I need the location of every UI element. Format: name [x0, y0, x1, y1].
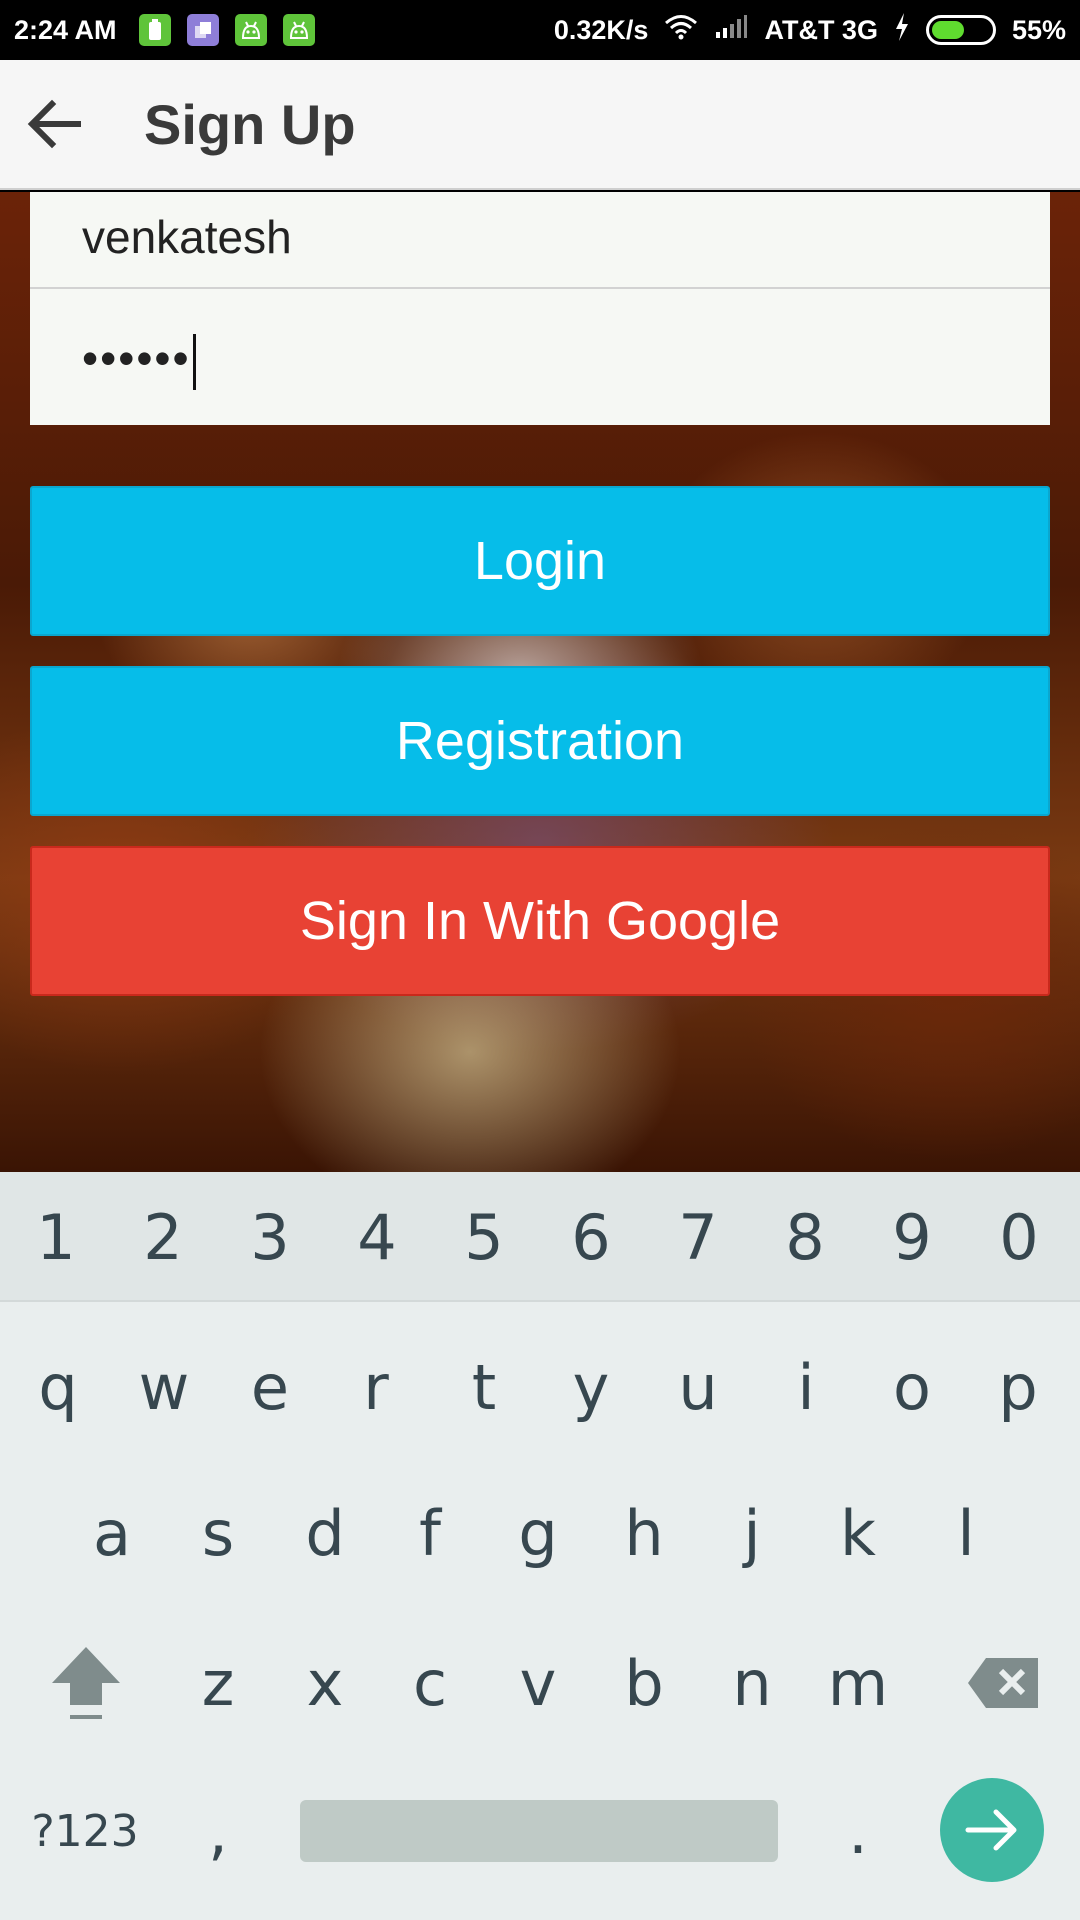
key-v[interactable]: v: [488, 1628, 588, 1738]
soft-keyboard: 1 2 3 4 5 6 7 8 9 0 q w e r t y u i o p …: [0, 1172, 1080, 1920]
key-m[interactable]: m: [808, 1628, 908, 1738]
back-button[interactable]: [4, 74, 104, 174]
period-key[interactable]: .: [808, 1776, 908, 1886]
key-2[interactable]: 2: [113, 1182, 213, 1292]
key-z[interactable]: z: [168, 1628, 268, 1738]
key-j[interactable]: j: [702, 1478, 802, 1588]
password-value: ••••••: [82, 332, 191, 384]
key-p[interactable]: p: [968, 1332, 1068, 1442]
password-field[interactable]: ••••••: [30, 289, 1050, 425]
key-4[interactable]: 4: [327, 1182, 427, 1292]
number-row: 1 2 3 4 5 6 7 8 9 0: [0, 1172, 1080, 1302]
key-b[interactable]: b: [594, 1628, 694, 1738]
shift-arrow-icon: [52, 1647, 120, 1719]
status-time: 2:24 AM: [14, 14, 117, 45]
space-bar[interactable]: [300, 1800, 778, 1862]
backspace-key[interactable]: [944, 1628, 1064, 1738]
key-t[interactable]: t: [434, 1332, 534, 1442]
key-i[interactable]: i: [756, 1332, 856, 1442]
key-y[interactable]: y: [541, 1332, 641, 1442]
arrow-right-icon: [965, 1809, 1017, 1851]
comma-key[interactable]: ,: [168, 1776, 268, 1886]
status-bar: 2:24 AM 0.32K/s AT&T 3G 55%: [0, 0, 1080, 60]
key-k[interactable]: k: [808, 1478, 908, 1588]
key-c[interactable]: c: [380, 1628, 480, 1738]
key-6[interactable]: 6: [541, 1182, 641, 1292]
key-e[interactable]: e: [220, 1332, 320, 1442]
symbols-key[interactable]: ?123: [20, 1776, 150, 1886]
key-8[interactable]: 8: [755, 1182, 855, 1292]
page-title: Sign Up: [144, 92, 356, 156]
battery-percent: 55%: [1011, 14, 1066, 45]
charging-icon: [894, 12, 910, 48]
key-s[interactable]: s: [168, 1478, 268, 1588]
key-r[interactable]: r: [326, 1332, 426, 1442]
signal-icon: [714, 14, 748, 47]
key-o[interactable]: o: [862, 1332, 962, 1442]
text-cursor: [192, 333, 196, 390]
carrier-label: AT&T 3G: [764, 14, 878, 45]
key-h[interactable]: h: [594, 1478, 694, 1588]
key-3[interactable]: 3: [220, 1182, 320, 1292]
key-5[interactable]: 5: [434, 1182, 534, 1292]
username-value: venkatesh: [82, 211, 292, 263]
key-1[interactable]: 1: [6, 1182, 106, 1292]
key-l[interactable]: l: [916, 1478, 1016, 1588]
battery-notification-icon: [138, 14, 171, 46]
enter-key[interactable]: [940, 1778, 1044, 1882]
android-notification-icon: [282, 14, 315, 46]
backspace-icon: [968, 1658, 1038, 1708]
key-0[interactable]: 0: [969, 1182, 1069, 1292]
shift-key[interactable]: [36, 1628, 136, 1738]
login-form-area: venkatesh •••••• Login Registration Sign…: [0, 192, 1080, 1172]
key-g[interactable]: g: [488, 1478, 588, 1588]
arrow-left-icon: [27, 99, 81, 149]
key-7[interactable]: 7: [648, 1182, 748, 1292]
key-9[interactable]: 9: [862, 1182, 962, 1292]
app-toolbar: Sign Up: [0, 60, 1080, 190]
key-a[interactable]: a: [62, 1478, 162, 1588]
key-x[interactable]: x: [275, 1628, 375, 1738]
key-d[interactable]: d: [275, 1478, 375, 1588]
key-f[interactable]: f: [380, 1478, 480, 1588]
key-u[interactable]: u: [648, 1332, 748, 1442]
android-notification-icon: [234, 14, 267, 46]
key-n[interactable]: n: [702, 1628, 802, 1738]
wifi-icon: [664, 14, 698, 47]
google-sign-in-button[interactable]: Sign In With Google: [30, 846, 1050, 996]
key-q[interactable]: q: [8, 1332, 108, 1442]
copy-notification-icon: [186, 14, 219, 46]
network-speed: 0.32K/s: [553, 14, 649, 45]
battery-icon: [925, 15, 996, 45]
key-w[interactable]: w: [114, 1332, 214, 1442]
login-button[interactable]: Login: [30, 486, 1050, 636]
registration-button[interactable]: Registration: [30, 666, 1050, 816]
username-field[interactable]: venkatesh: [30, 192, 1050, 289]
